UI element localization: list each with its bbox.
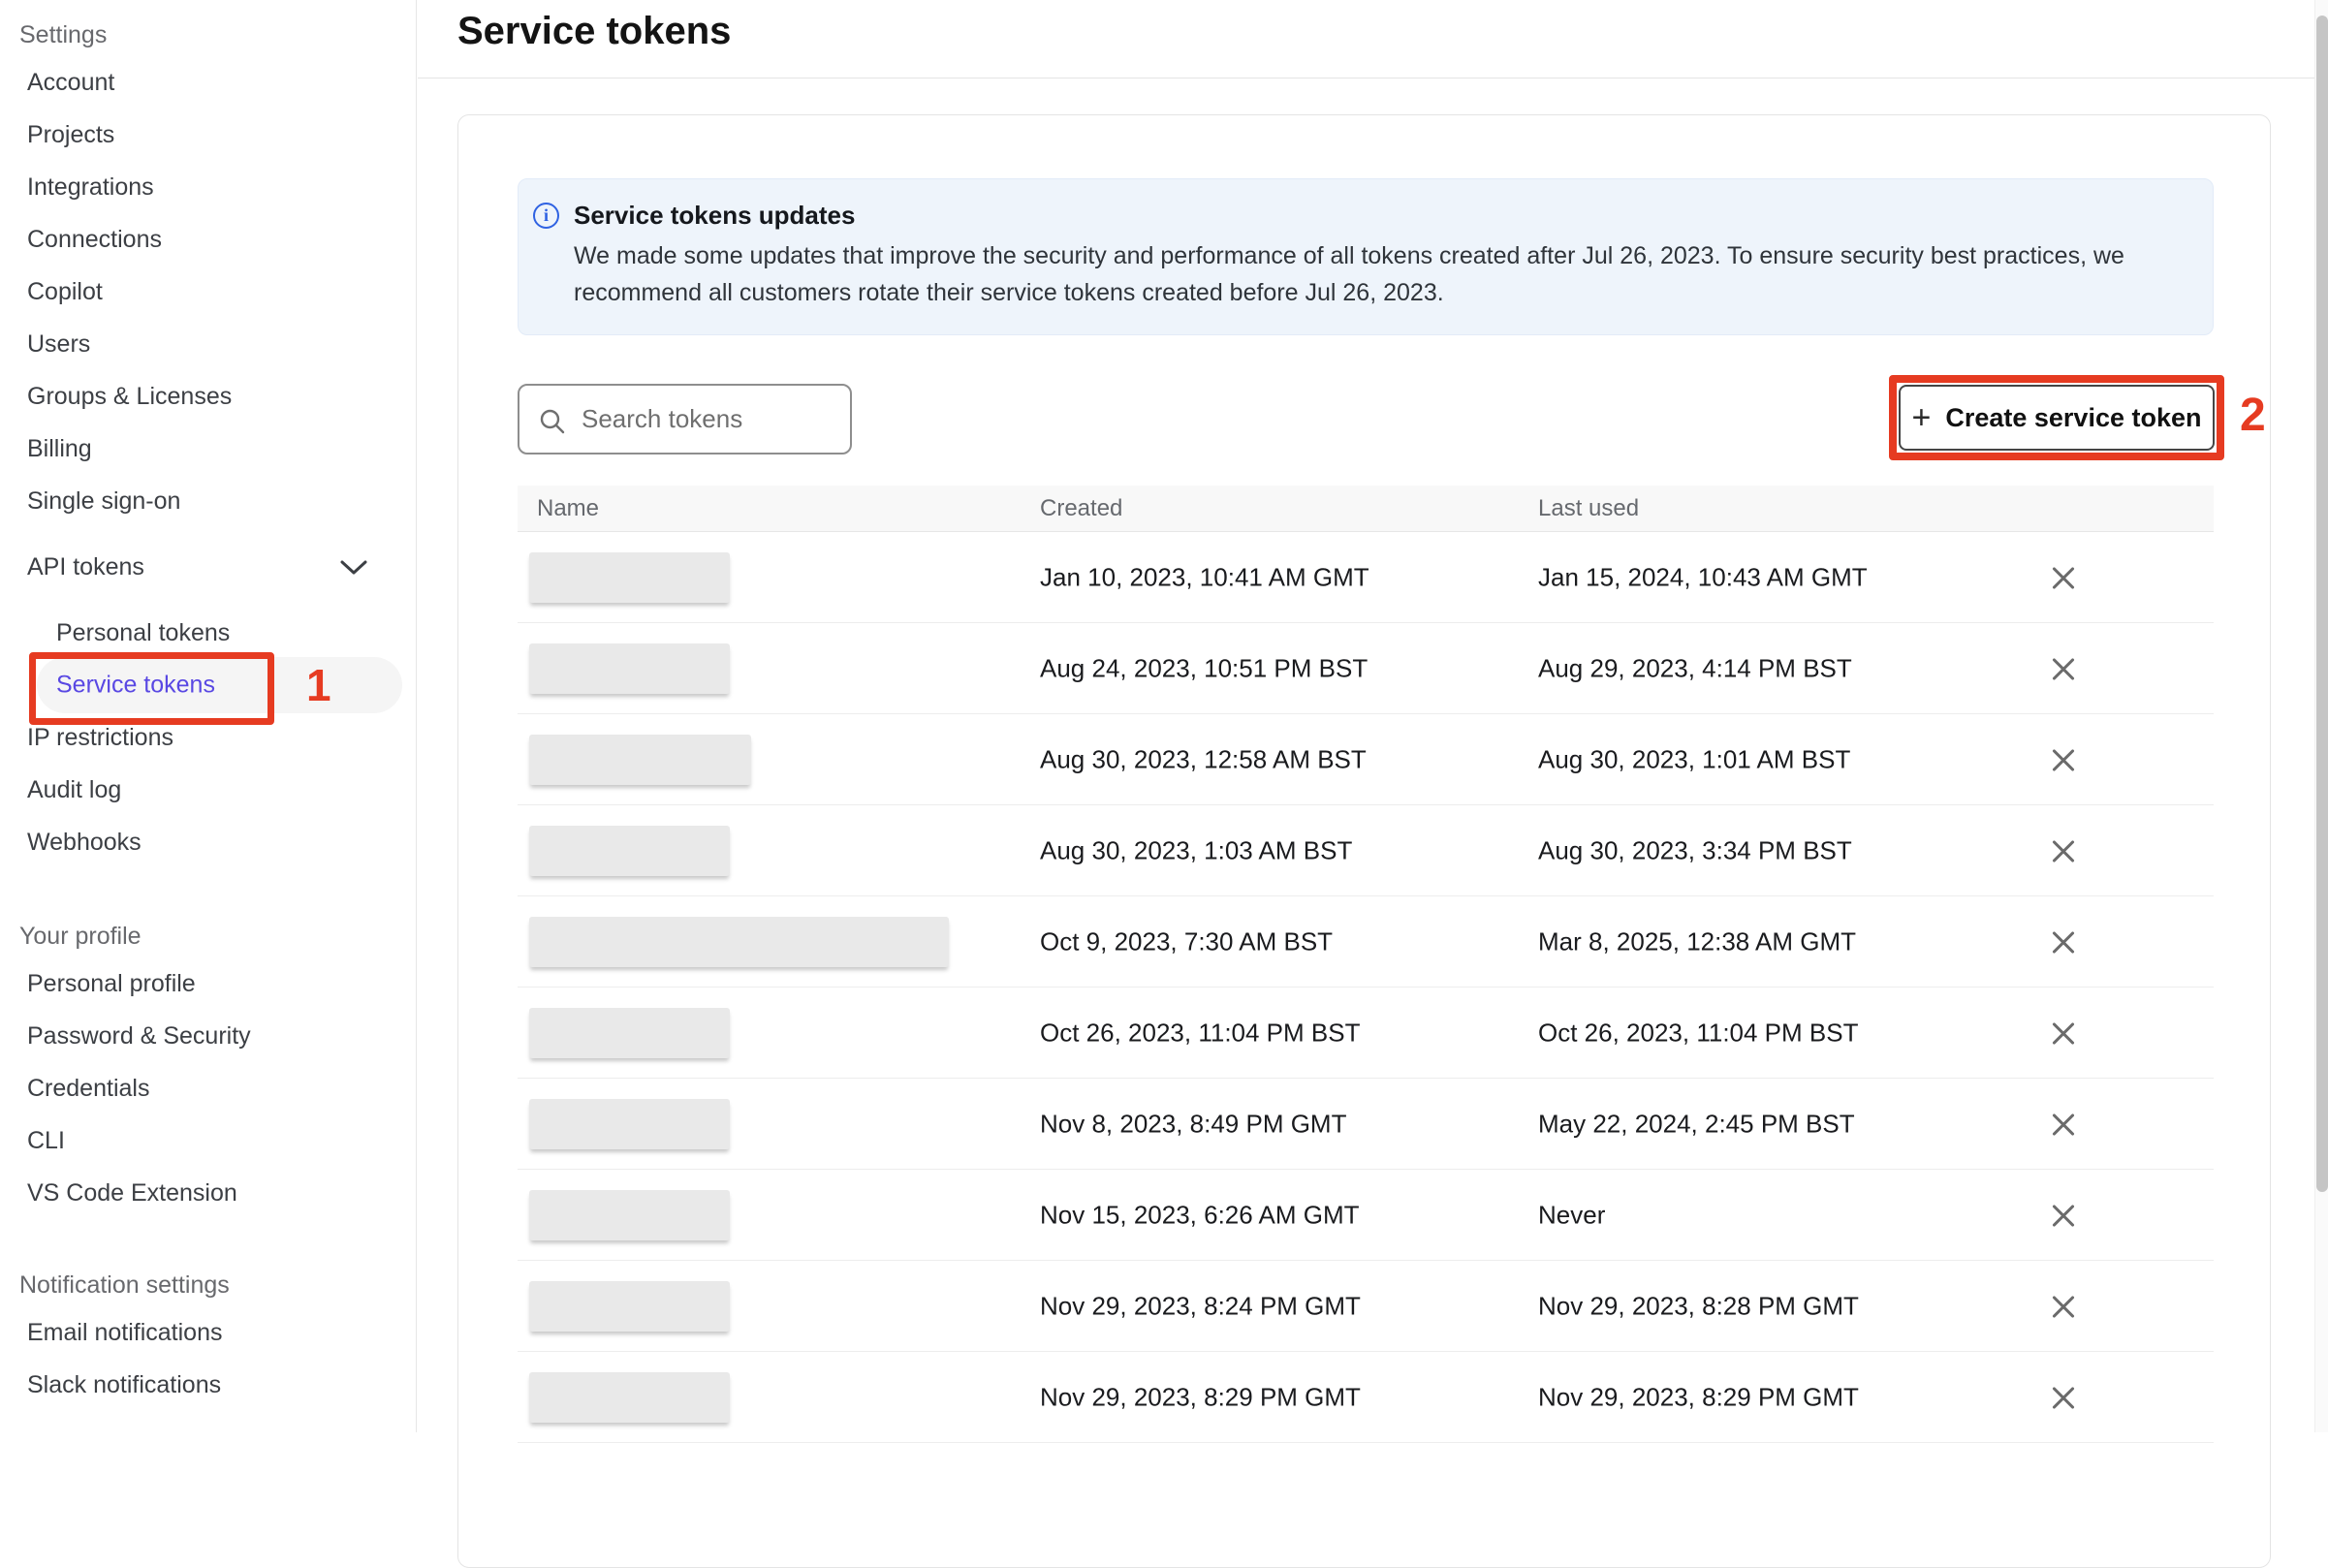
created-cell: Nov 29, 2023, 8:24 PM GMT [1040, 1291, 1361, 1321]
column-header-created: Created [1040, 495, 1122, 522]
table-row: Nov 15, 2023, 6:26 AM GMT Never [518, 1170, 2214, 1261]
delete-token-icon[interactable] [2046, 1380, 2081, 1415]
created-cell: Jan 10, 2023, 10:41 AM GMT [1040, 562, 1369, 592]
redacted-token-name [529, 735, 751, 785]
sidebar-item-service-tokens-active[interactable]: Service tokens 1 [0, 659, 416, 711]
annotation-box-step2: + Create service token [1889, 375, 2224, 460]
last-used-cell: Aug 29, 2023, 4:14 PM BST [1538, 653, 1852, 683]
delete-token-icon[interactable] [2046, 925, 2081, 959]
banner-body: We made some updates that improve the se… [574, 237, 2155, 311]
created-cell: Aug 30, 2023, 12:58 AM BST [1040, 744, 1367, 774]
sidebar-item-slack-notifications[interactable]: Slack notifications [0, 1359, 416, 1411]
last-used-cell: Nov 29, 2023, 8:28 PM GMT [1538, 1291, 1859, 1321]
annotation-number-2: 2 [2240, 389, 2266, 442]
sidebar-item-vs-code-extension[interactable]: VS Code Extension [0, 1167, 416, 1219]
sidebar-item-webhooks[interactable]: Webhooks [0, 816, 416, 868]
column-header-last-used: Last used [1538, 495, 1639, 522]
table-row: Oct 9, 2023, 7:30 AM BST Mar 8, 2025, 12… [518, 896, 2214, 988]
redacted-token-name [529, 1099, 730, 1149]
sidebar-section-settings: Settings [0, 14, 416, 56]
sidebar-item-account[interactable]: Account [0, 56, 416, 109]
create-service-token-label: Create service token [1945, 403, 2201, 433]
sidebar-item-groups-licenses[interactable]: Groups & Licenses [0, 370, 416, 423]
sidebar-item-api-tokens-label: API tokens [27, 553, 144, 581]
table-row: Nov 29, 2023, 8:29 PM GMT Nov 29, 2023, … [518, 1352, 2214, 1443]
delete-token-icon[interactable] [2046, 560, 2081, 595]
annotation-number-1: 1 [306, 659, 331, 711]
sidebar-item-api-tokens[interactable]: API tokens [0, 541, 416, 593]
redacted-token-name [529, 1281, 730, 1332]
info-icon: i [533, 203, 559, 229]
sidebar-item-integrations[interactable]: Integrations [0, 161, 416, 213]
created-cell: Nov 8, 2023, 8:49 PM GMT [1040, 1109, 1346, 1139]
table-row: Aug 24, 2023, 10:51 PM BST Aug 29, 2023,… [518, 623, 2214, 714]
sidebar-item-personal-tokens[interactable]: Personal tokens [0, 607, 416, 659]
banner-title: Service tokens updates [574, 199, 2155, 232]
sidebar-item-credentials[interactable]: Credentials [0, 1062, 416, 1114]
redacted-token-name [529, 826, 730, 876]
delete-token-icon[interactable] [2046, 1016, 2081, 1051]
create-service-token-button[interactable]: + Create service token [1899, 385, 2215, 451]
redacted-token-name [529, 1372, 730, 1423]
plus-icon: + [1911, 401, 1931, 434]
sidebar-section-notification-settings: Notification settings [0, 1264, 416, 1306]
scrollbar-track[interactable] [2314, 0, 2328, 1432]
sidebar-item-service-tokens[interactable]: Service tokens [56, 672, 215, 700]
sidebar-item-users[interactable]: Users [0, 318, 416, 370]
sidebar-item-email-notifications[interactable]: Email notifications [0, 1306, 416, 1359]
last-used-cell: Aug 30, 2023, 3:34 PM BST [1538, 835, 1852, 865]
table-row: Aug 30, 2023, 12:58 AM BST Aug 30, 2023,… [518, 714, 2214, 805]
delete-token-icon[interactable] [2046, 1289, 2081, 1324]
last-used-cell: Jan 15, 2024, 10:43 AM GMT [1538, 562, 1868, 592]
sidebar-item-personal-profile[interactable]: Personal profile [0, 957, 416, 1010]
table-row: Oct 26, 2023, 11:04 PM BST Oct 26, 2023,… [518, 988, 2214, 1079]
redacted-token-name [529, 552, 730, 603]
delete-token-icon[interactable] [2046, 1107, 2081, 1142]
redacted-token-name [529, 643, 730, 694]
scrollbar-thumb[interactable] [2316, 16, 2328, 1192]
search-box[interactable] [518, 384, 852, 455]
service-tokens-card: i Service tokens updates We made some up… [457, 114, 2271, 1568]
delete-token-icon[interactable] [2046, 742, 2081, 777]
delete-token-icon[interactable] [2046, 1198, 2081, 1233]
settings-sidebar: Settings Account Projects Integrations C… [0, 0, 417, 1432]
last-used-cell: Oct 26, 2023, 11:04 PM BST [1538, 1018, 1858, 1048]
search-icon [539, 408, 566, 435]
sidebar-item-connections[interactable]: Connections [0, 213, 416, 266]
sidebar-section-your-profile: Your profile [0, 915, 416, 957]
created-cell: Oct 26, 2023, 11:04 PM BST [1040, 1018, 1360, 1048]
sidebar-item-billing[interactable]: Billing [0, 423, 416, 475]
table-row: Jan 10, 2023, 10:41 AM GMT Jan 15, 2024,… [518, 532, 2214, 623]
created-cell: Nov 29, 2023, 8:29 PM GMT [1040, 1382, 1361, 1412]
redacted-token-name [529, 1008, 730, 1058]
last-used-cell: Nov 29, 2023, 8:29 PM GMT [1538, 1382, 1859, 1412]
table-header: Name Created Last used [518, 486, 2214, 532]
sidebar-item-single-sign-on[interactable]: Single sign-on [0, 475, 416, 527]
sidebar-item-password-security[interactable]: Password & Security [0, 1010, 416, 1062]
sidebar-item-cli[interactable]: CLI [0, 1114, 416, 1167]
last-used-cell: Aug 30, 2023, 1:01 AM BST [1538, 744, 1850, 774]
chevron-down-icon [339, 558, 368, 576]
info-banner: i Service tokens updates We made some up… [518, 178, 2214, 335]
delete-token-icon[interactable] [2046, 651, 2081, 686]
table-row: Aug 30, 2023, 1:03 AM BST Aug 30, 2023, … [518, 805, 2214, 896]
page-title: Service tokens [457, 10, 731, 53]
search-input[interactable] [582, 386, 843, 453]
last-used-cell: May 22, 2024, 2:45 PM BST [1538, 1109, 1855, 1139]
table-row: Nov 29, 2023, 8:24 PM GMT Nov 29, 2023, … [518, 1261, 2214, 1352]
sidebar-item-projects[interactable]: Projects [0, 109, 416, 161]
column-header-name: Name [537, 495, 599, 522]
redacted-token-name [529, 917, 949, 967]
last-used-cell: Mar 8, 2025, 12:38 AM GMT [1538, 926, 1856, 956]
last-used-cell: Never [1538, 1200, 1605, 1230]
sidebar-item-audit-log[interactable]: Audit log [0, 764, 416, 816]
table-row: Nov 8, 2023, 8:49 PM GMT May 22, 2024, 2… [518, 1079, 2214, 1170]
delete-token-icon[interactable] [2046, 833, 2081, 868]
created-cell: Oct 9, 2023, 7:30 AM BST [1040, 926, 1333, 956]
redacted-token-name [529, 1190, 730, 1240]
sidebar-item-copilot[interactable]: Copilot [0, 266, 416, 318]
created-cell: Aug 30, 2023, 1:03 AM BST [1040, 835, 1352, 865]
created-cell: Nov 15, 2023, 6:26 AM GMT [1040, 1200, 1360, 1230]
created-cell: Aug 24, 2023, 10:51 PM BST [1040, 653, 1368, 683]
